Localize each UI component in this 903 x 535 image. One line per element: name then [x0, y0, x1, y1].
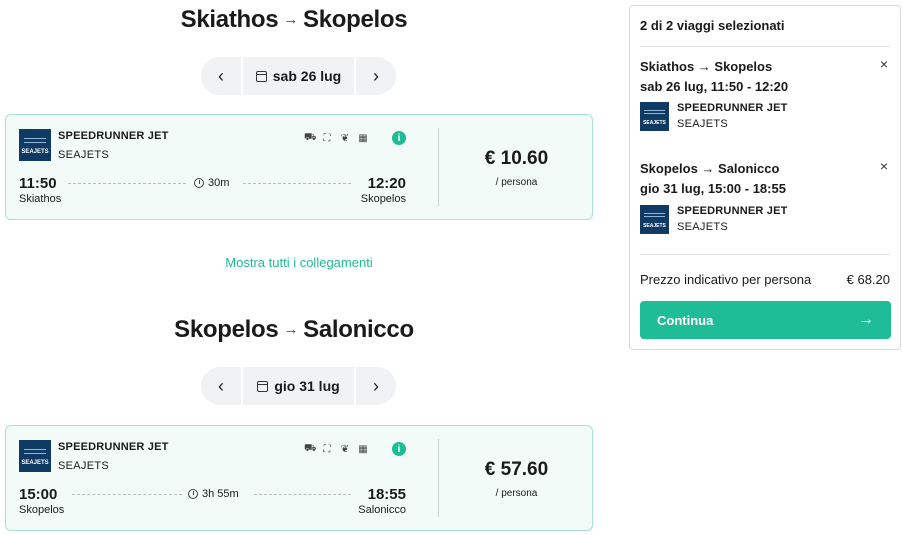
timeline-dash	[243, 183, 351, 184]
route-arrow-icon: →	[283, 321, 299, 338]
total-label: Prezzo indicativo per persona	[640, 272, 812, 287]
journey-2-title: Skopelos → Salonicco	[0, 316, 588, 344]
qr-icon: ▦	[358, 133, 368, 144]
remove-trip-icon[interactable]: ×	[880, 158, 888, 174]
seat-icon: ⛶	[323, 133, 331, 144]
timeline-dash	[68, 183, 186, 184]
arrival-time: 18:55	[367, 486, 406, 503]
remove-trip-icon[interactable]: ×	[880, 56, 888, 72]
clock-icon	[188, 489, 198, 499]
car-icon: ⛟	[304, 443, 317, 454]
operator-logo: SEAJETS	[19, 129, 51, 161]
vessel-name: SPEEDRUNNER JET	[58, 441, 169, 453]
summary-trip-datetime: sab 26 lug, 11:50 - 12:20	[640, 79, 789, 94]
price: € 57.60	[484, 459, 549, 480]
amenities: ⛟ ⛶ ❦ ▦	[304, 132, 368, 145]
operator-name: SEAJETS	[58, 460, 110, 472]
divider	[640, 254, 890, 255]
next-date-button[interactable]: ›	[356, 367, 396, 405]
summary-vessel: SPEEDRUNNER JET	[677, 205, 788, 217]
operator-logo: SEAJETS	[19, 440, 51, 472]
calendar-icon	[257, 380, 269, 392]
summary-trip-route: Skopelos → Salonicco	[640, 161, 780, 176]
date-picker-button[interactable]: sab 26 lug	[243, 57, 354, 95]
ferry-result-card[interactable]: SEAJETS SPEEDRUNNER JET SEAJETS ⛟ ⛶ ❦ ▦ …	[5, 114, 593, 220]
date-picker-button[interactable]: gio 31 lug	[243, 367, 354, 405]
summary-operator: SEAJETS	[677, 221, 729, 233]
prev-date-button[interactable]: ‹	[201, 57, 241, 95]
pet-icon: ❦	[340, 444, 350, 455]
continue-label: Continua	[657, 312, 714, 328]
summary-trip-datetime: gio 31 lug, 15:00 - 18:55	[640, 181, 786, 196]
operator-name: SEAJETS	[58, 149, 110, 161]
summary-operator: SEAJETS	[677, 118, 729, 130]
date-label: gio 31 lug	[274, 378, 340, 394]
price-unit: / persona	[495, 177, 538, 188]
prev-date-button[interactable]: ‹	[201, 367, 241, 405]
seat-icon: ⛶	[323, 444, 331, 455]
info-icon[interactable]: i	[392, 131, 406, 145]
operator-logo: SEAJETS	[640, 102, 669, 131]
continue-button[interactable]: Continua →	[640, 301, 891, 339]
qr-icon: ▦	[358, 444, 368, 455]
chevron-right-icon: ›	[373, 65, 379, 86]
route-to: Skopelos	[303, 6, 408, 33]
info-icon[interactable]: i	[392, 442, 406, 456]
departure-time: 11:50	[19, 175, 57, 192]
arrival-port: Skopelos	[360, 193, 406, 205]
departure-port: Skopelos	[19, 504, 65, 516]
total-price: € 68.20	[846, 272, 890, 287]
departure-time: 15:00	[19, 486, 58, 503]
route-from: Skiathos	[180, 6, 279, 33]
route-arrow-icon: →	[283, 11, 299, 28]
divider	[640, 46, 890, 47]
show-all-link[interactable]: Mostra tutti i collegamenti	[5, 255, 593, 270]
chevron-left-icon: ‹	[218, 375, 224, 396]
price-unit: / persona	[495, 488, 538, 499]
journey-1-title: Skiathos → Skopelos	[0, 6, 588, 34]
chevron-right-icon: ›	[373, 375, 379, 396]
duration: 30m	[194, 177, 229, 189]
summary-header: 2 di 2 viaggi selezionati	[640, 18, 785, 33]
pet-icon: ❦	[340, 133, 350, 144]
timeline-dash	[72, 494, 182, 495]
price: € 10.60	[484, 148, 549, 169]
summary-trip-route: Skiathos → Skopelos	[640, 59, 773, 74]
ferry-result-card[interactable]: SEAJETS SPEEDRUNNER JET SEAJETS ⛟ ⛶ ❦ ▦ …	[5, 425, 593, 531]
operator-logo: SEAJETS	[640, 205, 669, 234]
date-label: sab 26 lug	[272, 68, 342, 84]
next-date-button[interactable]: ›	[356, 57, 396, 95]
vessel-name: SPEEDRUNNER JET	[58, 130, 169, 142]
duration: 3h 55m	[188, 488, 239, 500]
route-to: Salonicco	[303, 316, 414, 343]
car-icon: ⛟	[304, 132, 317, 143]
calendar-icon	[255, 70, 267, 82]
summary-vessel: SPEEDRUNNER JET	[677, 102, 788, 114]
clock-icon	[194, 178, 204, 188]
arrow-right-icon: →	[858, 311, 874, 328]
arrival-time: 12:20	[367, 175, 406, 192]
trip-summary-panel: 2 di 2 viaggi selezionati Skiathos → Sko…	[629, 5, 901, 350]
chevron-left-icon: ‹	[218, 65, 224, 86]
route-from: Skopelos	[174, 316, 279, 343]
timeline-dash	[254, 494, 351, 495]
departure-port: Skiathos	[19, 193, 62, 205]
arrival-port: Salonicco	[358, 504, 406, 516]
amenities: ⛟ ⛶ ❦ ▦	[304, 443, 368, 456]
